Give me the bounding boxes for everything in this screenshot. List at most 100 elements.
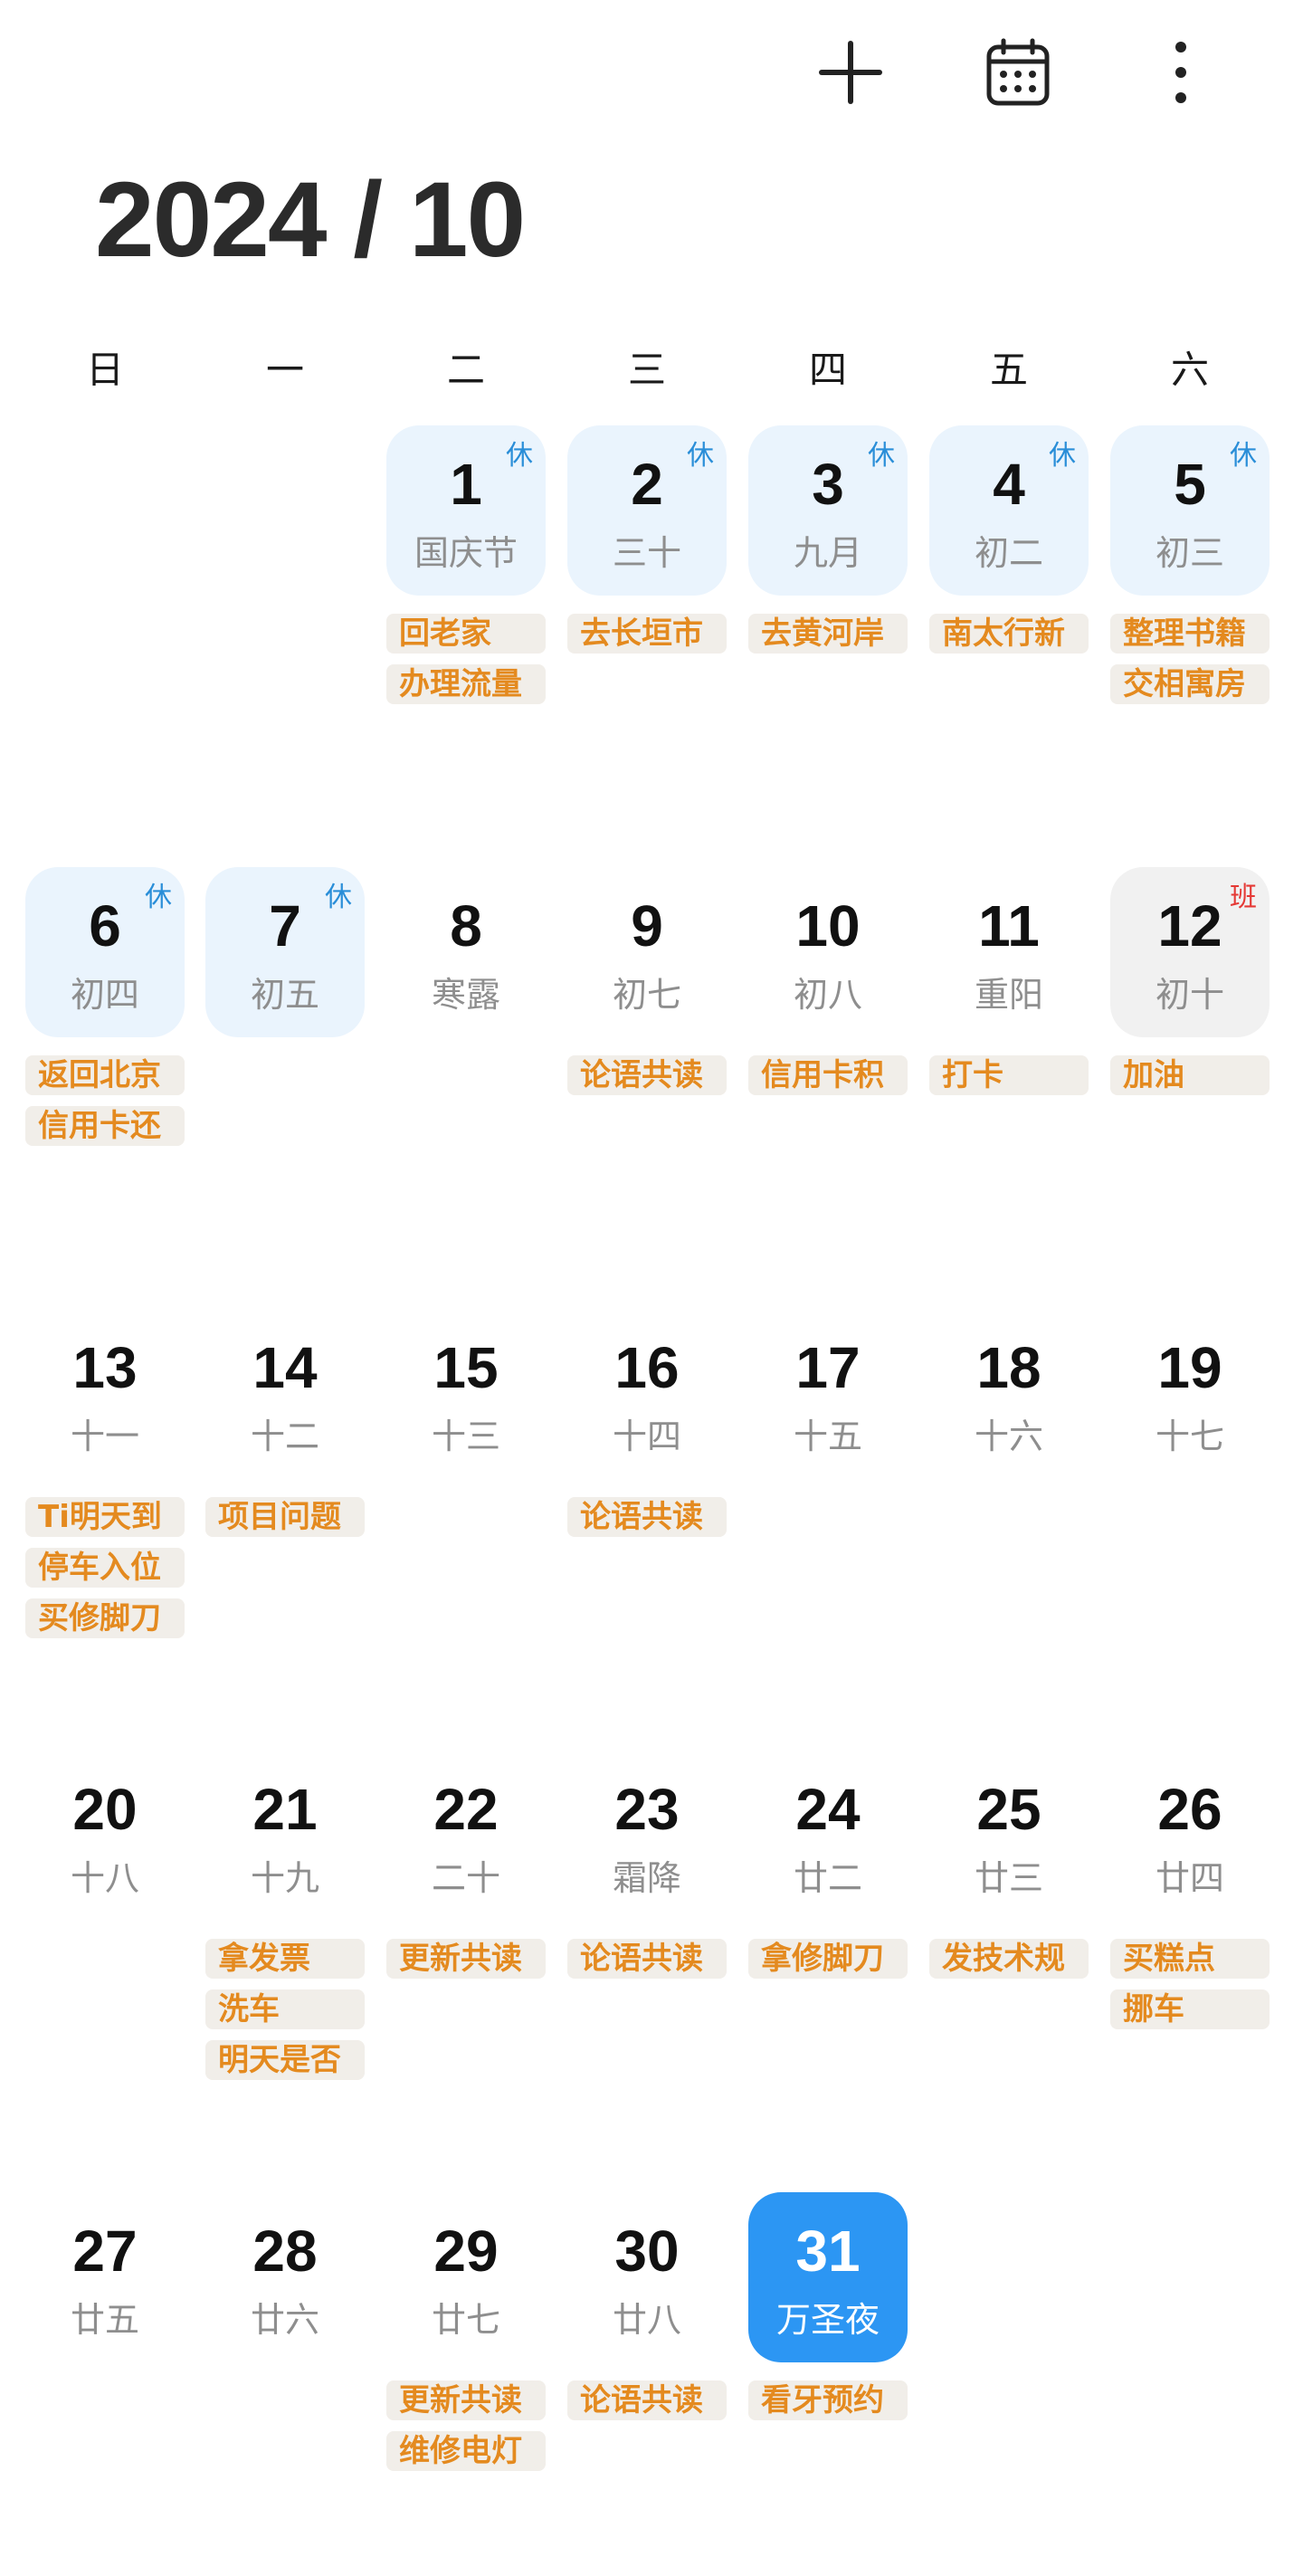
add-event-button[interactable] <box>805 27 896 118</box>
calendar-view-button[interactable] <box>973 27 1063 118</box>
event-chip[interactable]: 信用卡还 <box>25 1106 185 1146</box>
day-number: 11 <box>978 893 1040 959</box>
day-cell-20[interactable]: 20 十八 <box>25 1751 185 1921</box>
event-chip[interactable]: 维修电灯 <box>386 2431 546 2471</box>
event-chip[interactable]: 去黄河岸 <box>748 614 908 654</box>
day-cell-7[interactable]: 7 初五休 <box>205 867 365 1037</box>
day-cell-3[interactable]: 3 九月休 <box>748 425 908 596</box>
lunar-date: 霜降 <box>612 1858 681 1898</box>
day-cell-12[interactable]: 12 初十班 <box>1110 867 1270 1037</box>
day-cell-1[interactable]: 1 国庆节休 <box>386 425 546 596</box>
day-number: 17 <box>795 1335 861 1400</box>
day-number: 30 <box>614 2218 680 2284</box>
event-chip[interactable]: 论语共读 <box>567 2380 727 2420</box>
lunar-date: 初二 <box>974 533 1043 573</box>
day-cell-16[interactable]: 16 十四 <box>567 1309 727 1479</box>
event-chip[interactable]: 更新共读 <box>386 1939 546 1979</box>
plus-icon <box>819 41 882 104</box>
event-list: 去长垣市 <box>567 614 727 664</box>
day-cell-13[interactable]: 13 十一 <box>25 1309 185 1479</box>
day-cell-31[interactable]: 31 万圣夜 <box>748 2192 908 2362</box>
event-chip[interactable]: 信用卡积 <box>748 1055 908 1095</box>
holiday-badge: 休 <box>1230 440 1257 472</box>
holiday-badge: 休 <box>687 440 714 472</box>
day-cell-25[interactable]: 25 廿三 <box>929 1751 1089 1921</box>
event-list: 论语共读 <box>567 2380 727 2431</box>
day-cell-6[interactable]: 6 初四休 <box>25 867 185 1037</box>
event-chip[interactable]: 论语共读 <box>567 1055 727 1095</box>
event-chip[interactable]: 买修脚刀 <box>25 1598 185 1638</box>
lunar-date: 初十 <box>1155 975 1224 1015</box>
event-chip[interactable]: 发技术规 <box>929 1939 1089 1979</box>
month-title[interactable]: 2024 / 10 <box>95 158 526 281</box>
day-cell-8[interactable]: 8 寒露 <box>386 867 546 1037</box>
event-chip[interactable]: 更新共读 <box>386 2380 546 2420</box>
day-number: 28 <box>252 2218 318 2284</box>
day-cell-17[interactable]: 17 十五 <box>748 1309 908 1479</box>
day-cell-27[interactable]: 27 廿五 <box>25 2192 185 2362</box>
day-cell-23[interactable]: 23 霜降 <box>567 1751 727 1921</box>
event-chip[interactable]: 洗车 <box>205 1989 365 2029</box>
event-chip[interactable]: 打卡 <box>929 1055 1089 1095</box>
day-cell-29[interactable]: 29 廿七 <box>386 2192 546 2362</box>
lunar-date: 万圣夜 <box>775 2300 880 2340</box>
lunar-date: 三十 <box>612 533 681 573</box>
day-cell-26[interactable]: 26 廿四 <box>1110 1751 1270 1921</box>
day-cell-18[interactable]: 18 十六 <box>929 1309 1089 1479</box>
day-number: 10 <box>795 893 861 959</box>
event-chip[interactable]: Ti明天到 <box>25 1497 185 1537</box>
event-chip[interactable]: 南太行新 <box>929 614 1089 654</box>
event-chip[interactable]: 办理流量 <box>386 664 546 704</box>
event-chip[interactable]: 论语共读 <box>567 1939 727 1979</box>
holiday-badge: 休 <box>868 440 895 472</box>
day-cell-2[interactable]: 2 三十休 <box>567 425 727 596</box>
event-list: 南太行新 <box>929 614 1089 664</box>
event-list: 回老家 办理流量 <box>386 614 546 715</box>
day-cell-15[interactable]: 15 十三 <box>386 1309 546 1479</box>
holiday-badge: 休 <box>1049 440 1076 472</box>
more-options-button[interactable] <box>1136 27 1226 118</box>
day-number: 22 <box>433 1777 499 1842</box>
event-list: 去黄河岸 <box>748 614 908 664</box>
event-chip[interactable]: 加油 <box>1110 1055 1270 1095</box>
event-chip[interactable]: 挪车 <box>1110 1989 1270 2029</box>
day-cell-4[interactable]: 4 初二休 <box>929 425 1089 596</box>
event-chip[interactable]: 项目问题 <box>205 1497 365 1537</box>
event-chip[interactable]: 去长垣市 <box>567 614 727 654</box>
day-number: 18 <box>976 1335 1041 1400</box>
day-cell-21[interactable]: 21 十九 <box>205 1751 365 1921</box>
day-cell-19[interactable]: 19 十七 <box>1110 1309 1270 1479</box>
day-cell-9[interactable]: 9 初七 <box>567 867 727 1037</box>
weekday-label: 四 <box>808 348 847 392</box>
event-list: 更新共读 <box>386 1939 546 1989</box>
workday-badge: 班 <box>1230 882 1257 913</box>
event-chip[interactable]: 停车入位 <box>25 1548 185 1588</box>
event-chip[interactable]: 买糕点 <box>1110 1939 1270 1979</box>
day-cell-14[interactable]: 14 十二 <box>205 1309 365 1479</box>
event-chip[interactable]: 回老家 <box>386 614 546 654</box>
more-vertical-icon <box>1175 42 1186 103</box>
top-toolbar <box>0 0 1303 145</box>
event-chip[interactable]: 明天是否 <box>205 2040 365 2080</box>
day-cell-30[interactable]: 30 廿八 <box>567 2192 727 2362</box>
event-chip[interactable]: 看牙预约 <box>748 2380 908 2420</box>
day-cell-11[interactable]: 11 重阳 <box>929 867 1089 1037</box>
day-cell-28[interactable]: 28 廿六 <box>205 2192 365 2362</box>
day-cell-24[interactable]: 24 廿二 <box>748 1751 908 1921</box>
event-chip[interactable]: 拿发票 <box>205 1939 365 1979</box>
event-chip[interactable]: 交相寓房 <box>1110 664 1270 704</box>
day-cell-22[interactable]: 22 二十 <box>386 1751 546 1921</box>
calendar-icon <box>986 38 1050 106</box>
day-number: 25 <box>976 1777 1041 1842</box>
event-chip[interactable]: 整理书籍 <box>1110 614 1270 654</box>
weekday-label: 一 <box>265 348 304 392</box>
lunar-date: 廿三 <box>974 1858 1043 1898</box>
lunar-date: 二十 <box>431 1858 500 1898</box>
event-chip[interactable]: 拿修脚刀 <box>748 1939 908 1979</box>
event-chip[interactable]: 返回北京 <box>25 1055 185 1095</box>
event-chip[interactable]: 论语共读 <box>567 1497 727 1537</box>
event-list: 论语共读 <box>567 1939 727 1989</box>
day-cell-5[interactable]: 5 初三休 <box>1110 425 1270 596</box>
day-cell-10[interactable]: 10 初八 <box>748 867 908 1037</box>
lunar-date: 重阳 <box>974 975 1043 1015</box>
